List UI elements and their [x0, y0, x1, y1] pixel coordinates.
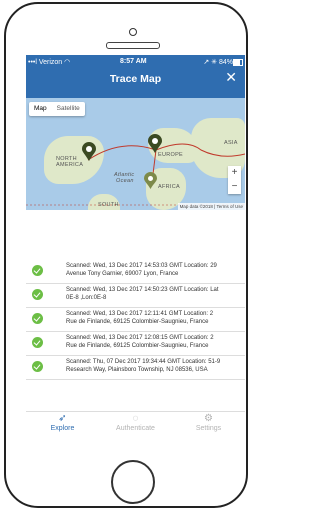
list-item[interactable]: Scanned: Wed, 13 Dec 2017 12:11:41 GMT L… [26, 308, 245, 332]
zoom-in-button[interactable]: + [228, 166, 241, 180]
check-icon [32, 313, 43, 324]
trace-map[interactable]: Map Satellite NORTH AMERICA EUROPE ASIA … [26, 98, 245, 210]
scan-text: Scanned: Wed, 13 Dec 2017 14:53:03 GMT L… [66, 263, 217, 277]
clock: 8:57 AM [120, 58, 147, 65]
scan-text: Scanned: Wed, 13 Dec 2017 12:11:41 GMT L… [66, 311, 214, 325]
header-bar: •••l Verizon ◠ 8:57 AM ↗ ✳ 84% Trace Map… [26, 55, 245, 98]
list-item[interactable]: Scanned: Thu, 07 Dec 2017 19:34:44 GMT L… [26, 356, 245, 380]
zoom-control: + − [228, 166, 241, 194]
list-item[interactable]: Scanned: Wed, 13 Dec 2017 12:08:15 GMT L… [26, 332, 245, 356]
trace-route [26, 143, 245, 206]
fingerprint-icon: ◌ [132, 413, 139, 424]
page-title: Trace Map [109, 73, 162, 85]
check-icon [32, 361, 43, 372]
map-pin-north-america[interactable] [82, 142, 96, 162]
scan-text: Scanned: Wed, 13 Dec 2017 12:08:15 GMT L… [66, 335, 214, 349]
tab-label: Authenticate [116, 425, 155, 432]
carrier-label: •••l Verizon ◠ [28, 59, 71, 66]
zoom-out-button[interactable]: − [228, 180, 241, 194]
tab-label: Settings [195, 425, 222, 432]
check-icon [32, 265, 43, 276]
list-item[interactable]: Scanned: Wed, 13 Dec 2017 14:53:03 GMT L… [26, 260, 245, 284]
speaker-grille [106, 42, 160, 49]
close-icon[interactable]: ✕ [225, 69, 237, 86]
map-pin-europe[interactable] [148, 134, 162, 154]
check-icon [32, 337, 43, 348]
map-pin-africa[interactable] [144, 172, 157, 190]
tab-explore[interactable]: ➶ Explore [26, 413, 99, 432]
tab-settings[interactable]: ⚙ Settings [172, 413, 245, 432]
battery-icon [233, 59, 243, 66]
list-item[interactable]: Scanned: Wed, 13 Dec 2017 14:50:23 GMT L… [26, 284, 245, 308]
app-screen: •••l Verizon ◠ 8:57 AM ↗ ✳ 84% Trace Map… [26, 55, 245, 433]
compass-icon: ➶ [58, 413, 67, 424]
check-icon [32, 289, 43, 300]
home-button[interactable] [111, 460, 155, 504]
scan-text: Scanned: Thu, 07 Dec 2017 19:34:44 GMT L… [66, 359, 221, 373]
scan-text: Scanned: Wed, 13 Dec 2017 14:50:23 GMT L… [66, 287, 219, 301]
tab-label: Explore [50, 425, 75, 432]
map-attribution[interactable]: Map data ©2018 | Terms of Use [177, 203, 245, 210]
gear-icon: ⚙ [204, 413, 213, 424]
scan-history-list: Scanned: Wed, 13 Dec 2017 14:53:03 GMT L… [26, 260, 245, 380]
tab-bar: ➶ Explore ◌ Authenticate ⚙ Settings [26, 411, 245, 433]
tab-authenticate[interactable]: ◌ Authenticate [99, 413, 172, 432]
status-bar: •••l Verizon ◠ 8:57 AM ↗ ✳ 84% [28, 58, 243, 68]
camera-icon [129, 28, 137, 36]
status-right: ↗ ✳ 84% [203, 59, 233, 66]
